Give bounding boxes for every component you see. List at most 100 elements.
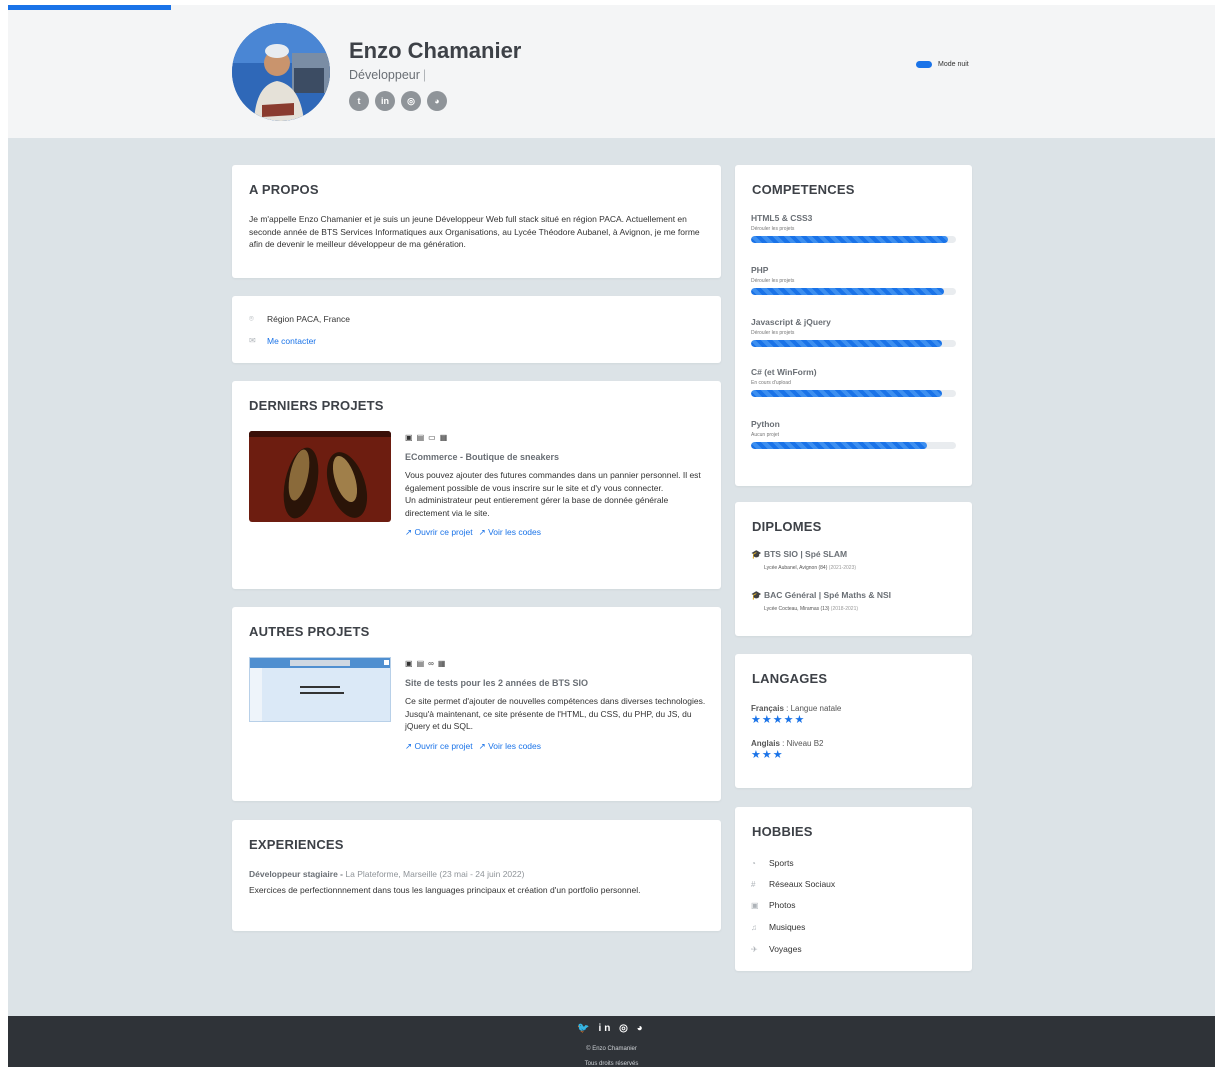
language-item: Anglais : Niveau B2 ★★★ — [751, 739, 824, 761]
profile-header: Enzo Chamanier Développeur | t in ◎ ◕ Mod… — [8, 5, 1215, 138]
database-icon: ▦ — [437, 659, 450, 668]
experience-description: Exercices de perfectionnnement dans tous… — [249, 885, 641, 895]
skill-item: PHP Dérouler les projets — [751, 265, 956, 295]
graduation-cap-icon: 🎓 — [751, 590, 764, 600]
bts-project-thumbnail[interactable] — [249, 657, 391, 722]
night-mode-label: Mode nuit — [938, 61, 969, 68]
hobby-item: ◔ Sports — [751, 858, 794, 868]
footer: 🐦 in ◎ ◕ © Enzo Chamanier Tous droits ré… — [8, 1016, 1215, 1067]
ball-icon: ◔ — [751, 858, 756, 868]
about-title: A PROPOS — [249, 182, 319, 197]
skill-progress-fill — [751, 442, 928, 449]
hobbies-card: HOBBIES ◔ Sports # Réseaux Sociaux ▣ Pho… — [735, 807, 972, 971]
instagram-icon[interactable]: ◎ — [401, 91, 421, 111]
footer-rights: Tous droits réservés — [584, 1061, 639, 1067]
database-icon: ▦ — [439, 433, 452, 442]
github-icon[interactable]: ◕ — [427, 91, 447, 111]
contact-link[interactable]: Me contacter — [267, 335, 316, 348]
hobby-item: ♫ Musiques — [751, 922, 805, 932]
experience-heading: Développeur stagiaire - La Plateforme, M… — [249, 869, 524, 879]
night-mode-toggle[interactable]: Mode nuit — [916, 61, 969, 68]
hobby-item: ✈ Voyages — [751, 944, 802, 954]
open-project-link[interactable]: ↗ Ouvrir ce projet — [405, 740, 473, 753]
linkedin-icon[interactable]: in — [375, 91, 395, 111]
js-icon: ▭ — [428, 433, 440, 442]
experiences-title: EXPERIENCES — [249, 837, 344, 852]
language-name: Français — [751, 704, 784, 713]
hobby-label: Photos — [769, 900, 796, 910]
diplomas-card: DIPLOMES 🎓 BTS SIO | Spé SLAM Lycée Auba… — [735, 502, 972, 636]
diploma-school: Lycée Aubanel, Avignon (84) — [764, 565, 828, 571]
location-text: Région PACA, France — [267, 314, 350, 324]
music-icon: ♫ — [751, 922, 757, 932]
skills-card: COMPETENCES HTML5 & CSS3 Dérouler les pro… — [735, 165, 972, 486]
about-card: A PROPOS Je m'appelle Enzo Chamanier et … — [232, 165, 721, 278]
description-line: Vous pouvez ajouter des futures commande… — [405, 470, 701, 493]
diploma-name: BTS SIO | Spé SLAM — [763, 549, 848, 559]
view-code-label: Voir les codes — [488, 527, 541, 537]
skill-progress-fill — [751, 288, 944, 295]
diploma-school: Lycée Cocteau, Miramas (13) — [764, 606, 830, 612]
footer-social-icons[interactable]: 🐦 in ◎ ◕ — [8, 1023, 1215, 1034]
hobby-label: Voyages — [769, 944, 802, 954]
skill-item: C# (et WinForm) En cours d'upload — [751, 367, 956, 397]
skill-name: HTML5 & CSS3 — [751, 213, 813, 223]
view-code-link[interactable]: ↗ Voir les codes — [479, 740, 541, 753]
skill-item: HTML5 & CSS3 Dérouler les projets — [751, 213, 956, 243]
diploma-years: (2018-2021) — [830, 606, 859, 612]
css3-icon: ▤ — [416, 433, 429, 442]
profile-name: Enzo Chamanier — [349, 38, 522, 63]
role-text: Développeur — [349, 68, 420, 82]
language-level: Niveau B2 — [786, 739, 824, 748]
plane-icon: ✈ — [751, 944, 758, 954]
envelope-icon: ✉ — [249, 336, 256, 345]
bts-project-title: Site de tests pour les 2 années de BTS S… — [405, 678, 589, 688]
contact-card: ⌾ Région PACA, France ✉ Me contacter — [232, 296, 721, 363]
language-item: Français : Langue natale ★★★★★ — [751, 704, 842, 726]
skills-title: COMPETENCES — [752, 182, 855, 197]
profile-role: Développeur | — [349, 68, 426, 82]
bts-project-description: Ce site permet d'ajouter de nouvelles co… — [405, 696, 706, 731]
twitter-icon[interactable]: t — [349, 91, 369, 111]
languages-title: LANGAGES — [752, 671, 828, 686]
skill-projects-toggle[interactable]: En cours d'upload — [751, 380, 956, 386]
skill-projects-toggle[interactable]: Aucun projet — [751, 432, 956, 438]
html5-icon: ▣ — [405, 659, 417, 668]
view-code-label: Voir les codes — [488, 741, 541, 751]
language-level: Langue natale — [790, 704, 842, 713]
html5-icon: ▣ — [405, 433, 417, 442]
map-marker-icon: ⌾ — [249, 314, 254, 323]
footer-copyright: © Enzo Chamanier — [586, 1046, 637, 1052]
open-project-label: Ouvrir ce projet — [414, 527, 473, 537]
hobby-label: Réseaux Sociaux — [769, 879, 836, 889]
skill-projects-toggle[interactable]: Dérouler les projets — [751, 226, 956, 232]
other-projects-title: AUTRES PROJETS — [249, 624, 370, 639]
other-projects-card: AUTRES PROJETS ▣▤∞▦ Site de tests pour l… — [232, 607, 721, 801]
contact-row: ✉ Me contacter — [249, 335, 316, 348]
languages-card: LANGAGES Français : Langue natale ★★★★★ … — [735, 654, 972, 788]
sneakers-project-thumbnail[interactable] — [249, 431, 391, 522]
tech-icons: ▣▤▭▦ — [405, 433, 451, 442]
job-title: Développeur stagiaire - — [249, 869, 344, 879]
skill-progress-fill — [751, 390, 942, 397]
skill-item: Python Aucun projet — [751, 419, 956, 449]
diploma-item: 🎓 BAC Général | Spé Maths & NSI Lycée Co… — [751, 590, 891, 612]
skill-projects-toggle[interactable]: Dérouler les projets — [751, 330, 956, 336]
star-rating: ★★★★★ — [751, 714, 806, 726]
diploma-item: 🎓 BTS SIO | Spé SLAM Lycée Aubanel, Avig… — [751, 549, 856, 571]
location-row: ⌾ Région PACA, France — [249, 313, 350, 326]
project-links: ↗ Ouvrir ce projet ↗ Voir les codes — [405, 740, 541, 753]
link-icon: ∞ — [428, 659, 438, 668]
skill-progress-bar — [751, 442, 956, 449]
skill-projects-toggle[interactable]: Dérouler les projets — [751, 278, 956, 284]
about-text: Je m'appelle Enzo Chamanier et je suis u… — [249, 214, 700, 249]
toggle-switch[interactable] — [916, 61, 932, 68]
open-project-link[interactable]: ↗ Ouvrir ce projet — [405, 526, 473, 539]
skill-progress-bar — [751, 340, 956, 347]
skill-progress-bar — [751, 390, 956, 397]
view-code-link[interactable]: ↗ Voir les codes — [479, 526, 541, 539]
job-place: La Plateforme, Marseille (23 mai - 24 ju… — [345, 869, 525, 879]
open-project-label: Ouvrir ce projet — [414, 741, 473, 751]
typing-caret: | — [422, 68, 427, 82]
css3-icon: ▤ — [416, 659, 429, 668]
